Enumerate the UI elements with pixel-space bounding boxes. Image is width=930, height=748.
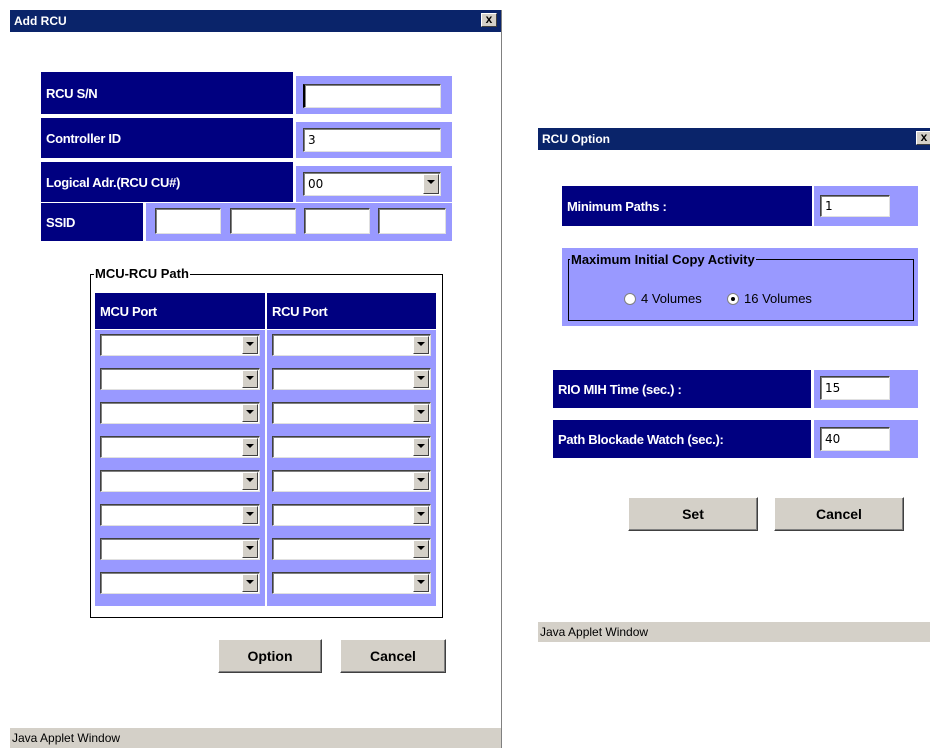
- mcu-port-select-1[interactable]: [100, 334, 260, 356]
- chevron-down-icon[interactable]: [413, 370, 429, 388]
- min-paths-label: Minimum Paths :: [562, 186, 812, 226]
- rcu-port-select-4[interactable]: [272, 436, 431, 458]
- chevron-down-icon[interactable]: [423, 174, 439, 194]
- ssid-input-3[interactable]: [304, 208, 370, 234]
- rcu-sn-label: RCU S/N: [41, 72, 293, 114]
- rcu-port-select-2[interactable]: [272, 368, 431, 390]
- add-rcu-close-icon[interactable]: x: [481, 13, 497, 27]
- controller-id-label: Controller ID: [41, 118, 293, 158]
- chevron-down-icon[interactable]: [242, 540, 258, 558]
- rcu-port-header: RCU Port: [267, 293, 436, 329]
- mcu-port-select-8[interactable]: [100, 572, 260, 594]
- add-rcu-title: Add RCU: [14, 14, 67, 28]
- mcu-port-select-5[interactable]: [100, 470, 260, 492]
- chevron-down-icon[interactable]: [242, 506, 258, 524]
- chevron-down-icon[interactable]: [242, 574, 258, 592]
- add-rcu-title-bar[interactable]: Add RCU: [10, 10, 501, 32]
- radio-4-volumes-label: 4 Volumes: [641, 291, 702, 306]
- mcu-rcu-path-title: MCU-RCU Path: [94, 266, 190, 281]
- rio-mih-label: RIO MIH Time (sec.) :: [553, 370, 811, 408]
- chevron-down-icon[interactable]: [242, 370, 258, 388]
- rcu-port-select-6[interactable]: [272, 504, 431, 526]
- min-paths-input[interactable]: 1: [820, 195, 890, 217]
- rcu-option-cancel-button[interactable]: Cancel: [774, 497, 904, 531]
- mcu-port-header: MCU Port: [95, 293, 265, 329]
- chevron-down-icon[interactable]: [413, 438, 429, 456]
- rcu-option-close-icon[interactable]: x: [916, 131, 930, 145]
- chevron-down-icon[interactable]: [413, 574, 429, 592]
- rcu-port-select-3[interactable]: [272, 402, 431, 424]
- chevron-down-icon[interactable]: [413, 472, 429, 490]
- ssid-input-1[interactable]: [155, 208, 221, 234]
- chevron-down-icon[interactable]: [242, 404, 258, 422]
- logical-adr-value: 00: [308, 177, 324, 191]
- logical-adr-label: Logical Adr.(RCU CU#): [41, 162, 293, 202]
- mcu-port-select-7[interactable]: [100, 538, 260, 560]
- ssid-input-2[interactable]: [230, 208, 296, 234]
- chevron-down-icon[interactable]: [413, 336, 429, 354]
- path-blockade-input[interactable]: 40: [820, 427, 890, 451]
- rcu-option-title: RCU Option: [542, 132, 610, 146]
- mcu-port-select-2[interactable]: [100, 368, 260, 390]
- rcu-port-select-7[interactable]: [272, 538, 431, 560]
- rcu-option-title-bar[interactable]: RCU Option: [538, 128, 930, 150]
- mcu-port-select-4[interactable]: [100, 436, 260, 458]
- chevron-down-icon[interactable]: [413, 540, 429, 558]
- rcu-option-window: RCU Option x Minimum Paths : 1 Maximum I…: [538, 128, 930, 642]
- mcu-port-select-6[interactable]: [100, 504, 260, 526]
- chevron-down-icon[interactable]: [413, 404, 429, 422]
- set-button[interactable]: Set: [628, 497, 758, 531]
- rcu-port-select-8[interactable]: [272, 572, 431, 594]
- option-button[interactable]: Option: [218, 639, 322, 673]
- radio-16-volumes-label: 16 Volumes: [744, 291, 812, 306]
- logical-adr-select[interactable]: 00: [303, 172, 441, 196]
- rio-mih-input[interactable]: 15: [820, 376, 890, 400]
- radio-16-volumes[interactable]: [727, 293, 739, 305]
- max-copy-group: [568, 259, 914, 321]
- chevron-down-icon[interactable]: [242, 336, 258, 354]
- add-rcu-status-bar: Java Applet Window: [10, 728, 501, 748]
- rcu-option-status-bar: Java Applet Window: [538, 622, 930, 642]
- chevron-down-icon[interactable]: [242, 438, 258, 456]
- radio-4-volumes[interactable]: [624, 293, 636, 305]
- rcu-port-select-5[interactable]: [272, 470, 431, 492]
- ssid-label: SSID: [41, 203, 143, 241]
- controller-id-input[interactable]: 3: [303, 128, 441, 152]
- chevron-down-icon[interactable]: [413, 506, 429, 524]
- add-rcu-window: Add RCU x RCU S/N Controller ID 3 Logica…: [10, 10, 502, 748]
- rcu-sn-input[interactable]: [303, 84, 441, 108]
- max-copy-title: Maximum Initial Copy Activity: [570, 252, 756, 267]
- add-rcu-cancel-button[interactable]: Cancel: [340, 639, 446, 673]
- mcu-port-select-3[interactable]: [100, 402, 260, 424]
- ssid-input-4[interactable]: [378, 208, 446, 234]
- rcu-port-select-1[interactable]: [272, 334, 431, 356]
- path-blockade-label: Path Blockade Watch (sec.):: [553, 420, 811, 458]
- chevron-down-icon[interactable]: [242, 472, 258, 490]
